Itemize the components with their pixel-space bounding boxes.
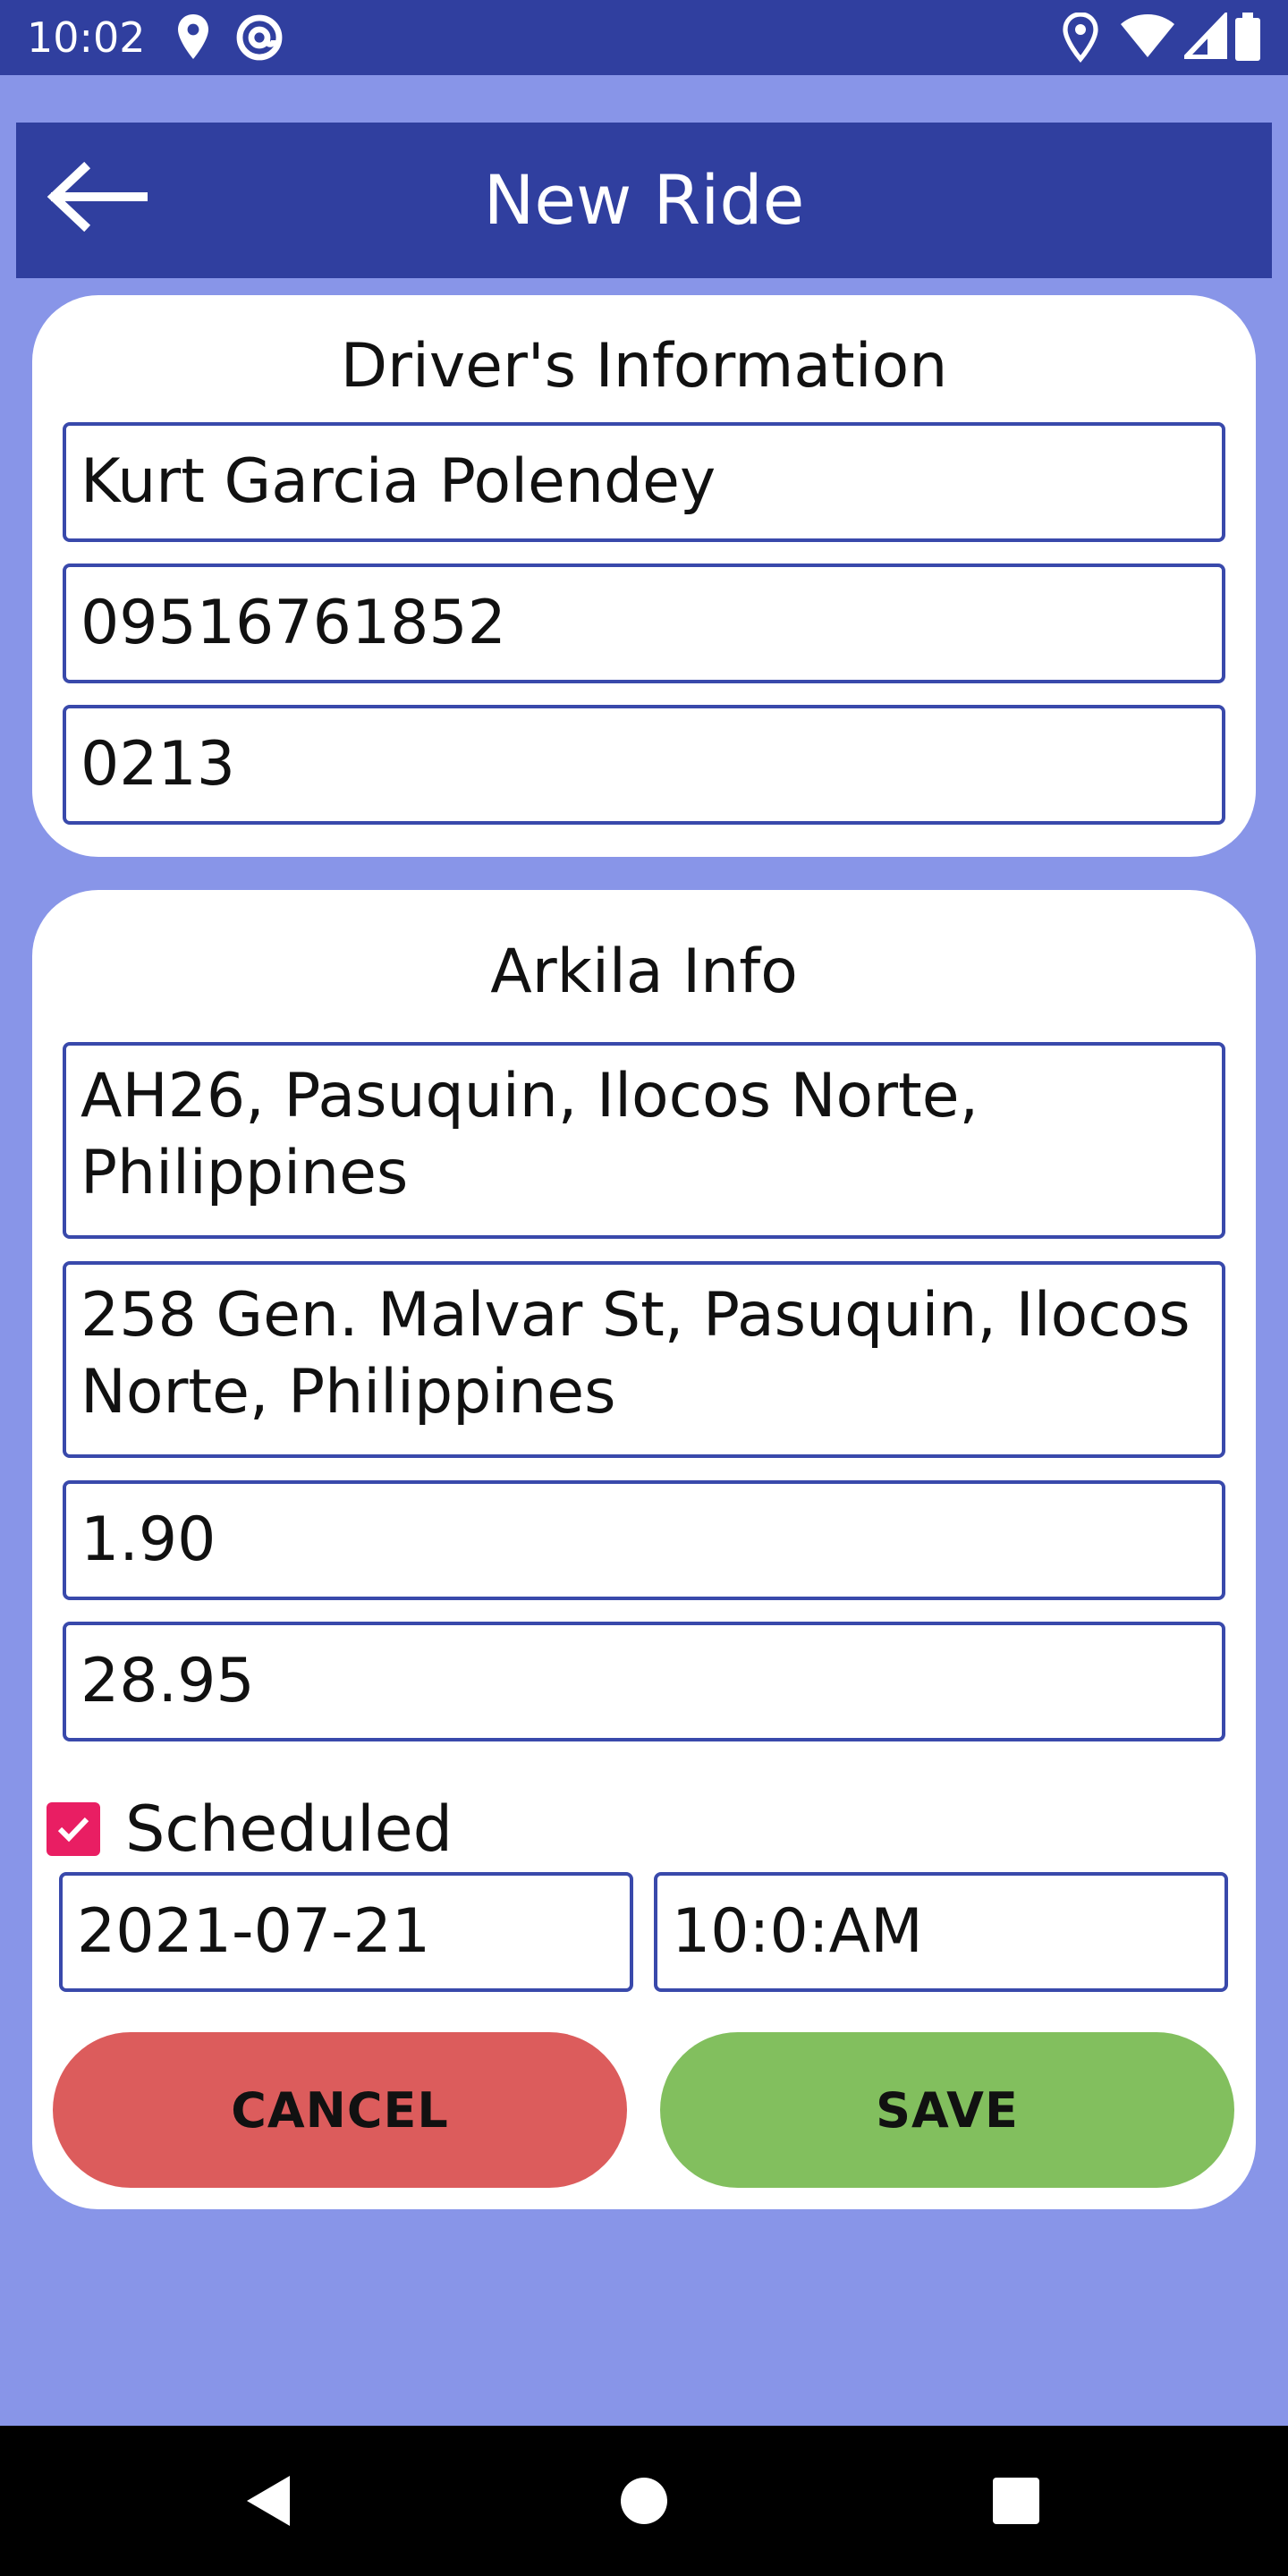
- arrow-left-icon: [43, 161, 150, 236]
- back-triangle-icon: [247, 2476, 290, 2526]
- at-sign-icon: [234, 13, 284, 66]
- wifi-icon: [1120, 13, 1175, 63]
- back-button[interactable]: [34, 154, 159, 243]
- app-bar: New Ride: [16, 123, 1272, 278]
- scheduled-checkbox-row[interactable]: Scheduled: [47, 1789, 453, 1869]
- battery-icon: [1234, 13, 1261, 66]
- system-nav-bar: [0, 2426, 1288, 2576]
- status-bar: 10:02: [0, 0, 1288, 75]
- location-icon: [175, 13, 211, 66]
- location-icon: [1063, 12, 1098, 66]
- arkila-info-title: Arkila Info: [490, 936, 798, 1007]
- distance-field[interactable]: 1.90: [63, 1480, 1225, 1600]
- home-circle-icon: [621, 2478, 667, 2524]
- cancel-button[interactable]: CANCEL: [53, 2032, 627, 2188]
- driver-info-title: Driver's Information: [340, 331, 948, 402]
- save-button[interactable]: SAVE: [660, 2032, 1234, 2188]
- date-field[interactable]: 2021-07-21: [59, 1872, 633, 1992]
- nav-back-button[interactable]: [197, 2426, 340, 2576]
- signal-icon: [1179, 9, 1228, 63]
- dropoff-location-field[interactable]: 258 Gen. Malvar St, Pasuquin, Ilocos Nor…: [63, 1261, 1225, 1458]
- pickup-location-field[interactable]: AH26, Pasuquin, Ilocos Norte, Philippine…: [63, 1042, 1225, 1239]
- scheduled-label: Scheduled: [125, 1792, 453, 1866]
- driver-phone-field[interactable]: 09516761852: [63, 564, 1225, 683]
- driver-info-card: Driver's Information Kurt Garcia Polende…: [32, 295, 1256, 857]
- scheduled-checkbox[interactable]: [47, 1802, 100, 1856]
- driver-code-field[interactable]: 0213: [63, 705, 1225, 825]
- recents-square-icon: [993, 2478, 1039, 2524]
- checkmark-icon: [57, 1817, 89, 1843]
- nav-recents-button[interactable]: [945, 2426, 1088, 2576]
- driver-name-field[interactable]: Kurt Garcia Polendey: [63, 422, 1225, 542]
- time-field[interactable]: 10:0:AM: [654, 1872, 1228, 1992]
- nav-home-button[interactable]: [572, 2426, 716, 2576]
- fare-field[interactable]: 28.95: [63, 1622, 1225, 1741]
- arkila-info-card: Arkila Info AH26, Pasuquin, Ilocos Norte…: [32, 890, 1256, 2209]
- page-title: New Ride: [483, 160, 805, 240]
- status-time: 10:02: [27, 13, 146, 62]
